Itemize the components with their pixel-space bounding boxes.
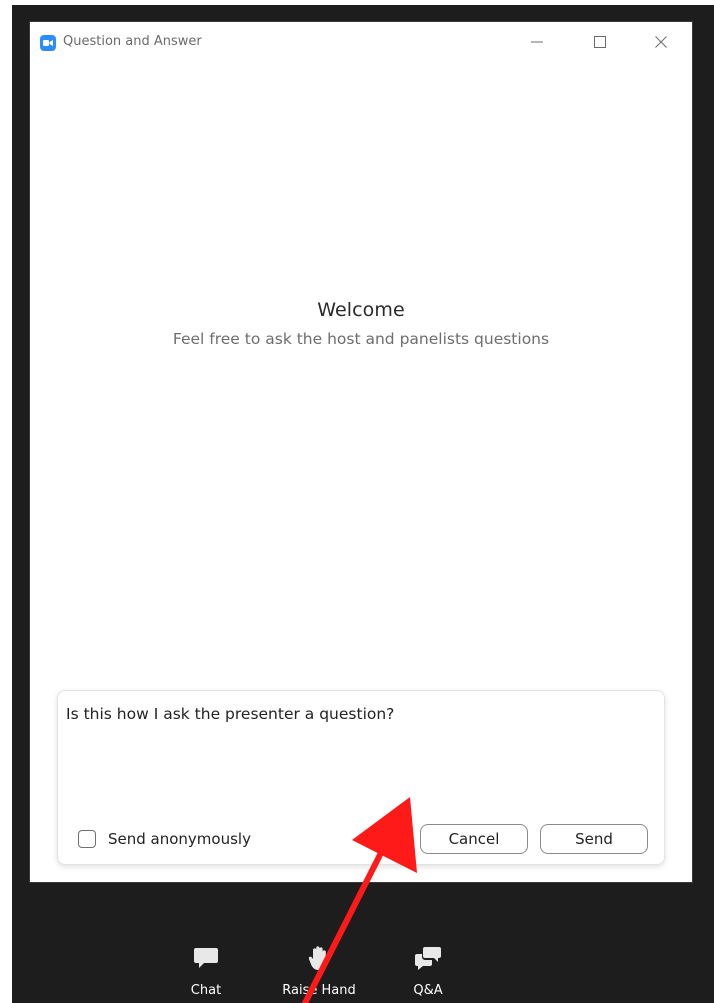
meeting-screen: Question and Answer Welcome Feel free to… [12,5,714,1003]
maximize-button[interactable] [586,30,614,54]
question-compose-box: Is this how I ask the presenter a questi… [57,690,665,865]
question-input[interactable]: Is this how I ask the presenter a questi… [66,705,656,805]
toolbar-raise-hand-label: Raise Hand [282,983,356,998]
send-anonymously-label: Send anonymously [108,830,251,848]
raise-hand-icon [308,946,326,970]
close-button[interactable] [647,30,675,54]
welcome-block: Welcome Feel free to ask the host and pa… [30,299,692,348]
window-title: Question and Answer [63,34,202,49]
send-button[interactable]: Send [540,824,648,854]
welcome-title: Welcome [317,299,405,321]
maximize-icon [594,36,606,48]
zoom-app-icon [40,35,56,51]
cancel-button[interactable]: Cancel [420,824,528,854]
qa-window: Question and Answer Welcome Feel free to… [29,21,693,883]
title-bar: Question and Answer [30,22,692,62]
minimize-icon [531,41,543,43]
minimize-button[interactable] [523,30,551,54]
send-anonymously-checkbox[interactable] [78,830,96,848]
send-anonymously-option[interactable]: Send anonymously [78,828,251,850]
qa-icon [415,947,441,970]
toolbar-chat-label: Chat [190,983,222,998]
toolbar-qa-label: Q&A [413,983,443,998]
close-icon [655,36,667,48]
welcome-subtitle: Feel free to ask the host and panelists … [172,330,550,348]
chat-icon [194,948,218,968]
